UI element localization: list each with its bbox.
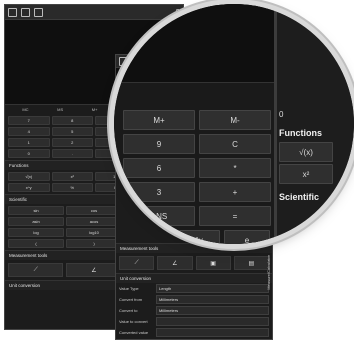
keypad-key[interactable]: .: [51, 149, 93, 158]
copy-icon[interactable]: [21, 7, 30, 17]
keypad-key[interactable]: 6: [123, 158, 195, 178]
function-key[interactable]: √(x): [8, 172, 50, 181]
field-label: Convert from: [119, 297, 143, 302]
scientific-key[interactable]: (: [8, 239, 64, 248]
keypad-key[interactable]: 5: [51, 127, 93, 136]
memory-key[interactable]: MS: [57, 107, 63, 112]
field-label: Value to convert: [119, 319, 148, 324]
convert-from-row: Convert from Millimeters: [116, 294, 272, 305]
angle-icon[interactable]: ∠: [157, 256, 193, 270]
magnified-display: [114, 4, 274, 83]
keypad-key[interactable]: 4: [8, 127, 50, 136]
keypad-key[interactable]: M+: [123, 110, 195, 130]
angle-icon[interactable]: ∠: [66, 263, 122, 277]
functions-header[interactable]: Functions: [279, 128, 322, 138]
value-type-select[interactable]: Length: [156, 284, 269, 293]
magnified-keypad: M+ M- 9 C 6 * 3 + ANS =: [120, 108, 274, 228]
volume-icon[interactable]: ▤: [233, 256, 269, 270]
display-value: 0: [279, 110, 284, 119]
keypad-key[interactable]: M-: [199, 110, 271, 130]
field-label: Converted value: [119, 330, 149, 335]
value-to-convert-row: Value to convert: [116, 316, 272, 327]
memory-key[interactable]: M+: [92, 107, 98, 112]
keypad-key[interactable]: =: [199, 206, 271, 226]
area-icon[interactable]: ▣: [195, 256, 231, 270]
function-key[interactable]: x²: [51, 172, 93, 181]
scientific-key[interactable]: log: [8, 228, 64, 237]
keypad-key[interactable]: 8: [51, 116, 93, 125]
convert-to-select[interactable]: Millimeters: [156, 306, 269, 315]
keypad-key[interactable]: 3: [123, 182, 195, 202]
side-tab[interactable]: Measure/Calculator: [266, 255, 271, 290]
keypad-key[interactable]: 7: [8, 116, 50, 125]
magnified-bottom-row: x^y e: [174, 230, 270, 244]
scientific-key[interactable]: sin: [8, 206, 64, 215]
field-label: Value Type: [119, 286, 139, 291]
magnified-keypad-area: M+ M- 9 C 6 * 3 + ANS = x^y e: [114, 4, 274, 244]
function-key[interactable]: x^y: [174, 230, 220, 244]
magnified-side-panel: 0 Functions √(x) x² Scientific: [277, 4, 354, 244]
convert-to-row: Convert to Millimeters: [116, 305, 272, 316]
measurement-tools-header[interactable]: Measurement tools: [116, 243, 272, 253]
unit-conversion-header[interactable]: Unit conversion: [116, 273, 272, 283]
scientific-header[interactable]: Scientific: [279, 192, 319, 202]
field-label: Convert to: [119, 308, 138, 313]
value-to-convert-input[interactable]: [156, 317, 269, 326]
function-key[interactable]: e: [224, 230, 270, 244]
scientific-key[interactable]: asin: [8, 217, 64, 226]
converted-value-output: [156, 328, 269, 337]
measurement-tools-row: ⟋ ∠ ▣ ▤: [116, 253, 272, 273]
function-key[interactable]: %: [51, 183, 93, 192]
keypad-key[interactable]: 2: [51, 138, 93, 147]
window-icon[interactable]: [34, 7, 43, 17]
magnifier-lens: M+ M- 9 C 6 * 3 + ANS = x^y e 0 Function…: [114, 4, 354, 244]
keypad-key[interactable]: C: [199, 134, 271, 154]
convert-from-select[interactable]: Millimeters: [156, 295, 269, 304]
keypad-key[interactable]: *: [199, 158, 271, 178]
function-key[interactable]: x²: [279, 164, 333, 184]
value-type-row: Value Type Length: [116, 283, 272, 294]
keypad-key[interactable]: ANS: [123, 206, 195, 226]
function-key[interactable]: √(x): [279, 142, 333, 162]
keypad-key[interactable]: 1: [8, 138, 50, 147]
keypad-key[interactable]: 9: [123, 134, 195, 154]
keypad-key[interactable]: +: [199, 182, 271, 202]
converted-value-row: Converted value: [116, 327, 272, 338]
grid-icon[interactable]: [8, 7, 17, 17]
memory-key[interactable]: MC: [22, 107, 28, 112]
ruler-icon[interactable]: ⟋: [119, 256, 155, 270]
ruler-icon[interactable]: ⟋: [8, 263, 64, 277]
keypad-key[interactable]: 0: [8, 149, 50, 158]
function-key[interactable]: x^y: [8, 183, 50, 192]
